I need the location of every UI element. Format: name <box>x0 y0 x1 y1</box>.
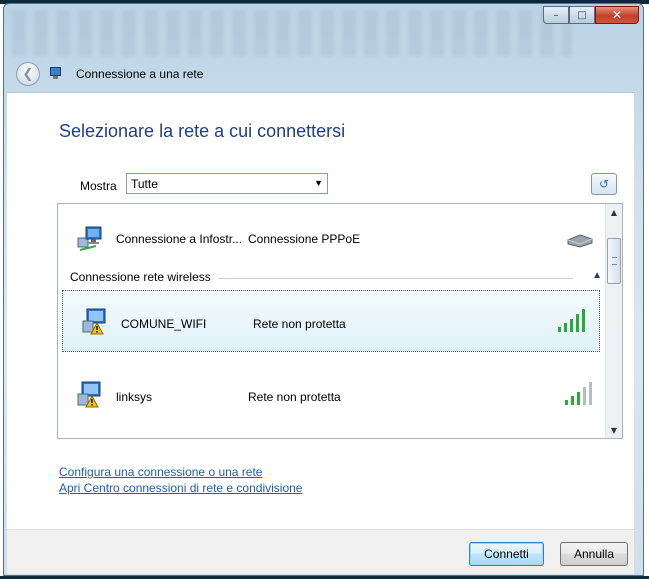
setup-connection-link[interactable]: Configura una connessione o una rete <box>59 464 302 480</box>
glass-frame-background <box>12 10 572 56</box>
maximize-button[interactable]: □ <box>569 6 595 24</box>
links-area: Configura una connessione o una rete Apr… <box>59 464 302 496</box>
network-name: Connessione a Infostr... <box>116 232 243 246</box>
network-computer-icon <box>77 226 102 251</box>
network-wizard-icon <box>48 66 64 82</box>
network-type: Rete non protetta <box>248 390 341 404</box>
filter-selected-value: Tutte <box>131 176 158 191</box>
dropdown-arrow-icon: ▼ <box>314 178 323 188</box>
caption-buttons: – □ ✕ <box>543 6 639 24</box>
title-bar: ❮ Connessione a una rete <box>16 62 203 86</box>
network-name: linksys <box>116 390 153 404</box>
connect-button[interactable]: Connetti <box>469 542 544 566</box>
content-area: Selezionare la rete a cui connettersi Mo… <box>7 92 634 529</box>
section-title: Connessione rete wireless <box>70 270 211 284</box>
filter-label: Mostra <box>80 179 117 193</box>
list-scrollbar[interactable]: ▲ ▼ <box>605 204 622 438</box>
signal-strength-icon <box>565 382 592 405</box>
section-divider <box>218 278 573 279</box>
network-item-pppoe[interactable]: Connessione a Infostr... Connessione PPP… <box>58 214 606 262</box>
network-item-linksys[interactable]: linksys Rete non protetta <box>58 362 606 424</box>
scroll-up-arrow-icon[interactable]: ▲ <box>606 204 622 220</box>
refresh-icon: ↺ <box>598 177 610 191</box>
minimize-button[interactable]: – <box>543 6 569 24</box>
refresh-button[interactable]: ↺ <box>591 173 617 195</box>
close-button[interactable]: ✕ <box>595 6 639 24</box>
collapse-icon[interactable]: ▲ <box>592 270 602 281</box>
modem-icon <box>567 234 593 248</box>
network-name: COMUNE_WIFI <box>121 317 207 331</box>
unsecured-network-icon <box>77 381 101 408</box>
wireless-section-header: Connessione rete wireless ▲ <box>70 270 602 284</box>
network-type: Connessione PPPoE <box>248 232 361 246</box>
window-title: Connessione a una rete <box>76 67 204 81</box>
back-button[interactable]: ❮ <box>16 62 40 86</box>
network-item-comune-wifi[interactable]: COMUNE_WIFI Rete non protetta <box>62 290 600 352</box>
unsecured-network-icon <box>82 308 106 335</box>
network-center-link[interactable]: Apri Centro connessioni di rete e condiv… <box>59 480 302 496</box>
filter-select[interactable]: Tutte ▼ <box>126 173 328 194</box>
signal-strength-icon <box>558 309 585 332</box>
page-heading: Selezionare la rete a cui connettersi <box>59 121 346 141</box>
network-list: Connessione a Infostr... Connessione PPP… <box>57 203 623 439</box>
cancel-button[interactable]: Annulla <box>560 542 628 566</box>
scroll-thumb[interactable] <box>607 238 621 284</box>
scroll-down-arrow-icon[interactable]: ▼ <box>606 422 622 438</box>
button-bar: Connetti Annulla <box>7 529 634 574</box>
network-type: Rete non protetta <box>253 317 346 331</box>
